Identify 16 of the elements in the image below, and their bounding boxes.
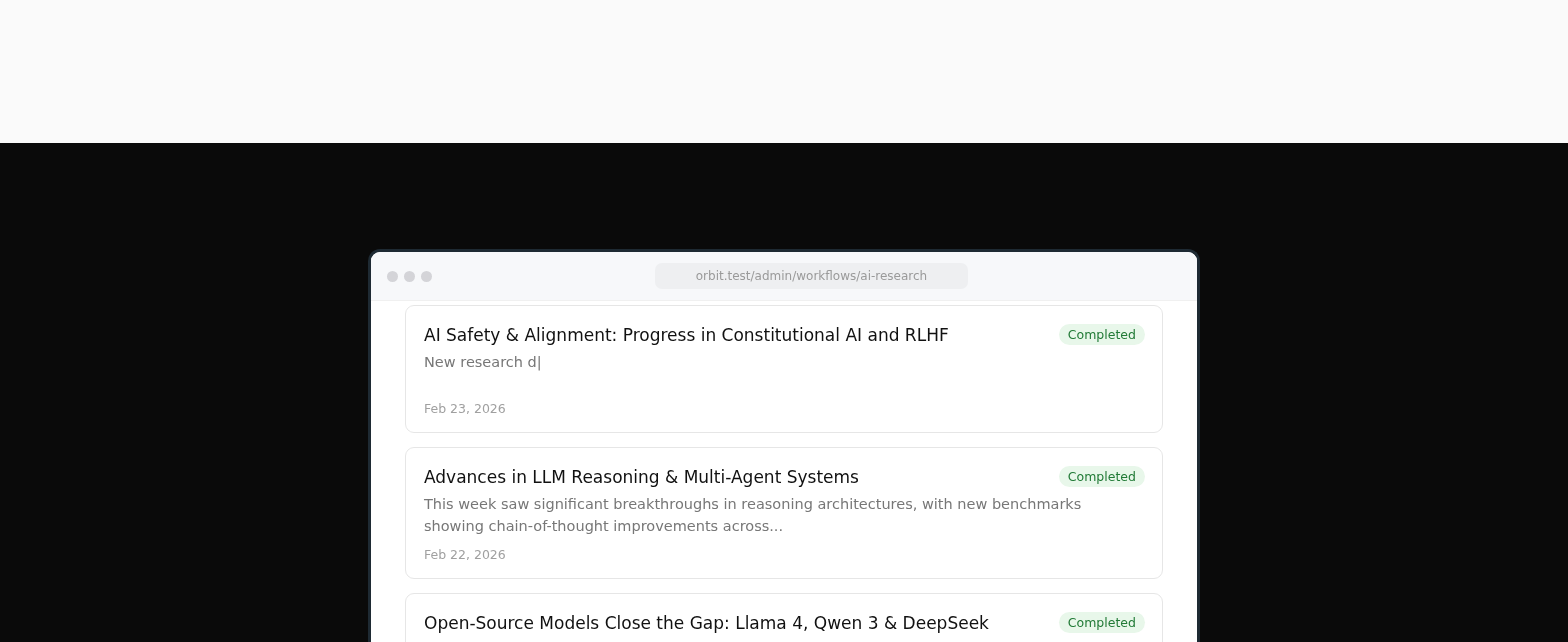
status-badge: Completed xyxy=(1058,466,1145,487)
report-summary: New research d| xyxy=(424,353,543,373)
report-title: Open-Source Models Close the Gap: Llama 4, Qwen 3 & DeepSeek xyxy=(424,612,989,633)
report-card[interactable] xyxy=(405,447,1163,579)
window-dot-icon[interactable] xyxy=(387,270,398,282)
status-badge: Completed xyxy=(1058,324,1145,345)
status-badge: Completed xyxy=(1058,612,1145,633)
report-date: Feb 22, 2026 xyxy=(424,546,507,562)
window-dot-icon[interactable] xyxy=(421,270,432,282)
report-summary: This week saw significant breakthroughs in reasoning architectures, with new benchmarks showing chain-of-thought improvements across... xyxy=(424,495,1083,536)
report-title: AI Safety & Alignment: Progress in Constitutional AI and RLHF xyxy=(424,324,949,345)
report-title: Advances in LLM Reasoning & Multi-Agent Systems xyxy=(424,466,859,487)
window-dot-icon[interactable] xyxy=(404,270,415,282)
report-card[interactable]: Open-Source Models Close the Gap: Llama 4, Qwen 3 & DeepSeek Completed xyxy=(405,593,1163,642)
report-date: Feb 23, 2026 xyxy=(424,400,507,416)
report-card[interactable]: AI Safety & Alignment: Progress in Constitutional AI and RLHF Completed New research d| Feb 23, 2026 xyxy=(405,305,1163,433)
